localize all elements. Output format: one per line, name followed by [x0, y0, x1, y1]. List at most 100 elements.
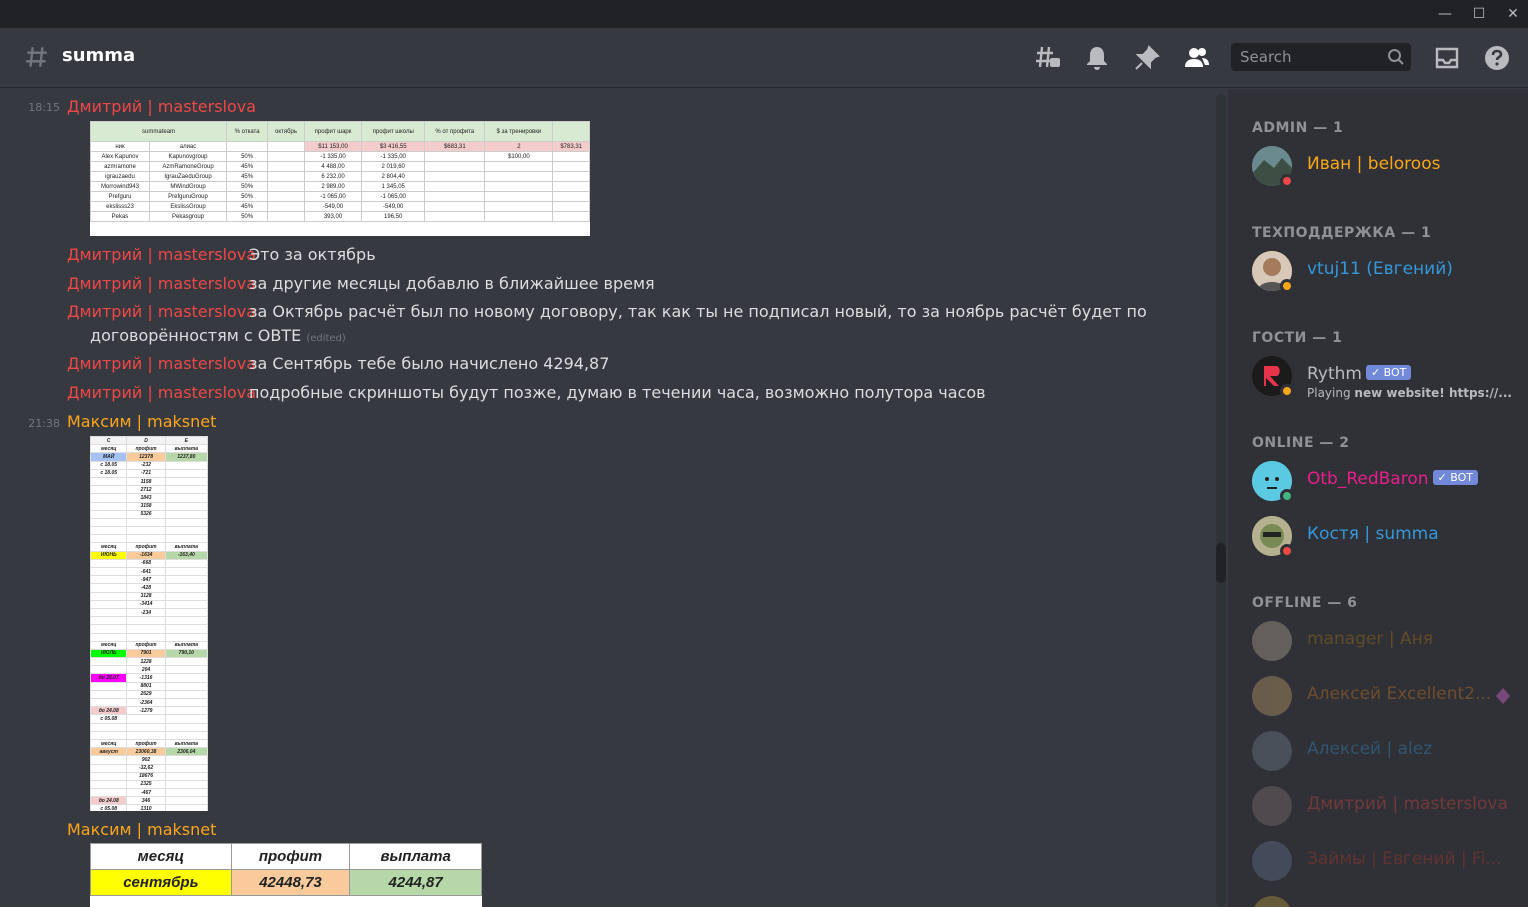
- sheet-row: с 18.05 -232: [90, 460, 208, 470]
- message-author[interactable]: Дмитрий | masterslova: [67, 302, 256, 321]
- minimize-icon[interactable]: —: [1428, 0, 1462, 28]
- member-item[interactable]: manager | Аня: [1252, 621, 1528, 665]
- member-name: Иван | beloroos: [1307, 154, 1441, 174]
- search-input[interactable]: Search: [1231, 43, 1411, 71]
- avatar: [1252, 621, 1292, 661]
- message-text: за Октябрь расчёт был по новому договору…: [249, 302, 1147, 321]
- threads-icon[interactable]: [1034, 44, 1062, 72]
- help-icon[interactable]: [1483, 44, 1511, 72]
- sheet-cell: [164, 681, 208, 691]
- sheet-cell: выплата: [164, 640, 208, 650]
- sheet-cell: [424, 171, 486, 182]
- sheet-cell: 1237,80: [164, 452, 208, 462]
- sheet-cell: -1634: [126, 550, 166, 560]
- close-icon[interactable]: ✕: [1496, 0, 1528, 28]
- sheet-cell: -1316: [126, 673, 166, 683]
- sheet-cell: [164, 697, 208, 708]
- sheet-row: 2325: [90, 779, 208, 790]
- sheet-cell: igrauzaedu: [90, 171, 150, 182]
- member-name: Otb_RedBaron: [1307, 469, 1429, 489]
- sheet-cell: PrefguruGroup: [148, 191, 228, 202]
- avatar: [1252, 896, 1292, 907]
- message-author[interactable]: Дмитрий | masterslova: [67, 97, 256, 116]
- role-header-online: ONLINE — 2: [1252, 435, 1350, 451]
- role-header-admin: ADMIN — 1: [1252, 120, 1344, 136]
- inbox-icon[interactable]: [1433, 44, 1461, 72]
- sheet-cell: профит: [126, 444, 166, 454]
- message-author[interactable]: Максим | maksnet: [67, 820, 216, 839]
- sheet-cell: [164, 575, 208, 585]
- sheet-cell: [484, 211, 554, 222]
- member-item[interactable]: Алексей Excellent2...: [1252, 676, 1528, 720]
- sheet-cell: 2325: [126, 779, 166, 790]
- status-indicator: [1280, 279, 1294, 293]
- sheet-cell: 2306,04: [164, 747, 208, 757]
- message-text: Это за октябрь: [249, 245, 376, 264]
- sheet-cell: C: [90, 436, 128, 446]
- sheet-row: МАЙ 12378 1237,80: [90, 452, 208, 462]
- image-attachment[interactable]: месяц профит выплата сентябрь 42448,73 4…: [90, 843, 482, 907]
- sheet-cell: [90, 788, 128, 798]
- sheet-cell: 50%: [226, 181, 269, 192]
- sheet-cell: до 24.08: [90, 706, 128, 716]
- sheet-cell: $783,31: [552, 141, 590, 152]
- member-item[interactable]: Костя | summa: [1252, 516, 1528, 560]
- message-author[interactable]: Дмитрий | masterslova: [67, 354, 256, 373]
- sheet-cell: [164, 722, 208, 732]
- message-author[interactable]: Дмитрий | masterslova: [67, 274, 256, 293]
- member-name: vtuj11 (Евгений): [1307, 259, 1453, 279]
- member-item[interactable]: Otb_RedBaron ✓ BOT: [1252, 461, 1528, 505]
- member-item[interactable]: Иван | beloroos: [1252, 146, 1528, 190]
- member-item[interactable]: Rythm ✓ BOT Playing new website! https://…: [1252, 356, 1528, 400]
- sheet-row: Prefguru PrefguruGroup 50% -1 065,00 -1 065,…: [90, 191, 590, 202]
- member-list: ADMIN — 1 Иван | beloroos ТЕХПОДДЕРЖКА —…: [1228, 89, 1528, 907]
- avatar: [1252, 786, 1292, 826]
- sheet-row: [90, 526, 208, 536]
- sheet-cell: 8801: [126, 681, 166, 691]
- sheet-cell: 23060,38: [126, 747, 166, 757]
- sheet-cell: сентябрь: [90, 869, 232, 896]
- sheet-row: до 26.07 -1316: [90, 673, 208, 683]
- member-item[interactable]: Дмитрий | masterslova: [1252, 786, 1528, 830]
- notification-bell-icon[interactable]: [1083, 44, 1111, 72]
- sheet-cell: [90, 607, 128, 618]
- status-indicator: [1280, 174, 1294, 188]
- message-text: подробные скриншоты будут позже, думаю в…: [249, 383, 986, 402]
- sheet-cell: [164, 771, 208, 781]
- sheet-cell: [164, 624, 208, 634]
- sheet-cell: [267, 171, 305, 182]
- sheet-cell: ник: [90, 141, 150, 152]
- message-author[interactable]: Дмитрий | masterslova: [67, 245, 256, 264]
- message-author[interactable]: Максим | maksnet: [67, 412, 216, 431]
- member-list-icon[interactable]: [1183, 44, 1211, 72]
- sheet-row: 902: [90, 755, 208, 765]
- message-author[interactable]: Дмитрий | masterslova: [67, 383, 256, 402]
- member-item[interactable]: Алексей | alez: [1252, 731, 1528, 775]
- member-item[interactable]: [1252, 896, 1528, 907]
- member-item[interactable]: vtuj11 (Евгений): [1252, 251, 1528, 295]
- sheet-cell: [90, 722, 128, 732]
- image-attachment[interactable]: C D E месяц профит выплата МАЙ 12378 1237,80 с 18…: [90, 436, 208, 811]
- chat-scrollbar-thumb[interactable]: [1216, 543, 1226, 583]
- sheet-cell: месяц: [90, 542, 128, 552]
- sheet-cell: [90, 771, 128, 781]
- message-timestamp: 21:38: [28, 417, 60, 430]
- sheet-cell: 4244,87: [349, 869, 482, 896]
- member-item[interactable]: Займы | Евгений | Fi...: [1252, 841, 1528, 885]
- maximize-icon[interactable]: ☐: [1462, 0, 1496, 28]
- pinned-messages-icon[interactable]: [1133, 44, 1161, 72]
- image-attachment[interactable]: summateam% отката октябрь профит шарк профи…: [90, 121, 590, 236]
- sheet-row: -467: [90, 788, 208, 798]
- sheet-row: CDE: [90, 436, 208, 446]
- chat-scrollbar-track[interactable]: [1216, 94, 1226, 907]
- sheet-cell: [267, 211, 305, 222]
- sheet-cell: [126, 722, 166, 732]
- message-list[interactable]: 18:15 Дмитрий | masterslova summateam% о…: [0, 89, 1213, 907]
- sheet-cell: [164, 788, 208, 798]
- member-name: Займы | Евгений | Fi...: [1307, 849, 1502, 869]
- sheet-header-cell: октябрь: [267, 121, 305, 142]
- sheet-cell: 2 804,40: [361, 171, 426, 182]
- sheet-cell: [164, 583, 208, 593]
- sheet-row: -428: [90, 583, 208, 593]
- sheet-row: -668: [90, 558, 208, 569]
